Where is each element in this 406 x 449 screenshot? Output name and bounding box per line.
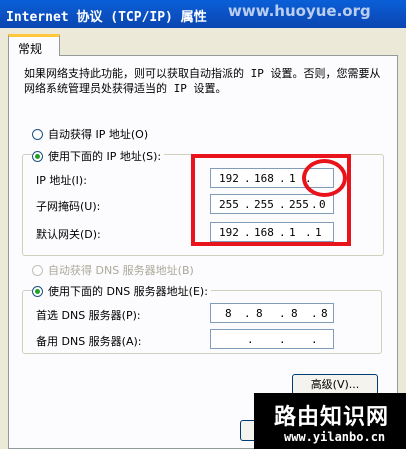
preferred-dns-input[interactable]: 8 . 8 . 8 . 8 [210, 303, 334, 323]
manual-dns-radio[interactable] [32, 285, 43, 297]
auto-ip-radio[interactable] [32, 128, 43, 140]
manual-ip-option[interactable]: 使用下面的 IP 地址(S): [32, 148, 165, 164]
logo-url-text: www.yilanbo.cn [284, 430, 386, 444]
dns1-octet-4: 8 [321, 307, 328, 320]
tab-general[interactable]: 常规 [8, 34, 60, 56]
watermark-text: www.huoyue.org [228, 2, 371, 20]
annotation-ellipse [302, 159, 347, 197]
description-text: 如果网络支持此功能，则可以获取自动指派的 IP 设置。否则，您需要从网络系统管理… [24, 67, 381, 95]
auto-ip-option[interactable]: 自动获得 IP 地址(O) [32, 126, 148, 142]
title-bar: Internet 协议 (TCP/IP) 属性 www.huoyue.org [0, 0, 406, 28]
alternate-dns-input[interactable]: . . . [210, 329, 334, 349]
dns1-octet-2: 8 [256, 307, 263, 320]
ip-address-label: IP 地址(I): [36, 174, 87, 187]
auto-dns-radio [32, 264, 43, 276]
subnet-mask-label: 子网掩码(U): [36, 200, 101, 213]
auto-dns-label: 自动获得 DNS 服务器地址(B) [48, 264, 194, 277]
site-logo: 路由知识网 www.yilanbo.cn [254, 393, 406, 449]
dns1-octet-3: 8 [291, 307, 298, 320]
advanced-button[interactable]: 高级(V)... [292, 374, 378, 395]
manual-ip-label: 使用下面的 IP 地址(S): [48, 150, 162, 163]
preferred-dns-label: 首选 DNS 服务器(P): [36, 309, 141, 322]
window-title: Internet 协议 (TCP/IP) 属性 [6, 10, 207, 25]
manual-ip-radio[interactable] [32, 150, 43, 162]
logo-main-text: 路由知识网 [274, 405, 390, 430]
default-gateway-label: 默认网关(D): [36, 228, 101, 241]
manual-dns-label: 使用下面的 DNS 服务器地址(E): [48, 285, 208, 298]
tab-general-label: 常规 [18, 42, 43, 56]
dns1-octet-1: 8 [225, 307, 232, 320]
alternate-dns-label: 备用 DNS 服务器(A): [36, 335, 142, 348]
manual-dns-option[interactable]: 使用下面的 DNS 服务器地址(E): [32, 283, 211, 299]
auto-dns-option: 自动获得 DNS 服务器地址(B) [32, 262, 194, 278]
auto-ip-label: 自动获得 IP 地址(O) [48, 128, 149, 141]
